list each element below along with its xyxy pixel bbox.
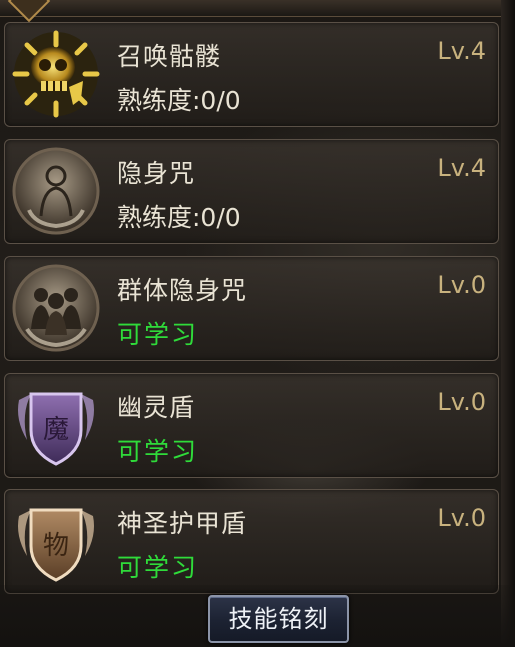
skill-name: 召唤骷髅	[117, 42, 222, 71]
skill-level: Lv.4	[437, 37, 486, 65]
skill-learnable-status: 可学习	[117, 437, 199, 466]
shield-glyph: 魔	[43, 415, 69, 445]
skill-learnable-status: 可学习	[117, 553, 199, 582]
skill-proficiency: 熟练度:0/0	[117, 203, 241, 232]
shield-glyph: 物	[43, 531, 69, 561]
invisibility-icon	[11, 146, 101, 236]
skill-row-ghost-shield[interactable]: 魔 幽灵盾 可学习 Lv.0	[4, 373, 499, 478]
scrollbar-track[interactable]	[501, 0, 515, 647]
skill-level: Lv.0	[437, 271, 486, 299]
panel-top-edge	[0, 0, 515, 17]
skill-row-summon-skeleton[interactable]: 召唤骷髅 熟练度:0/0 Lv.4	[4, 22, 499, 127]
skill-level: Lv.4	[437, 154, 486, 182]
skill-engrave-button[interactable]: 技能铭刻	[208, 595, 349, 643]
summon-skeleton-icon	[11, 29, 101, 119]
mass-invisibility-icon	[11, 263, 101, 353]
skill-row-invisibility[interactable]: 隐身咒 熟练度:0/0 Lv.4	[4, 139, 499, 244]
skill-row-holy-armor-shield[interactable]: 物 神圣护甲盾 可学习 Lv.0	[4, 489, 499, 594]
holy-armor-shield-icon: 物	[11, 496, 101, 586]
skill-name: 幽灵盾	[117, 393, 196, 422]
skill-row-mass-invisibility[interactable]: 群体隐身咒 可学习 Lv.0	[4, 256, 499, 361]
skill-proficiency: 熟练度:0/0	[117, 86, 241, 115]
skill-level: Lv.0	[437, 388, 486, 416]
skill-name: 隐身咒	[117, 159, 196, 188]
skill-name: 群体隐身咒	[117, 276, 248, 305]
skill-name: 神圣护甲盾	[117, 509, 248, 538]
skill-learnable-status: 可学习	[117, 320, 199, 349]
ghost-shield-icon: 魔	[11, 380, 101, 470]
skill-level: Lv.0	[437, 504, 486, 532]
